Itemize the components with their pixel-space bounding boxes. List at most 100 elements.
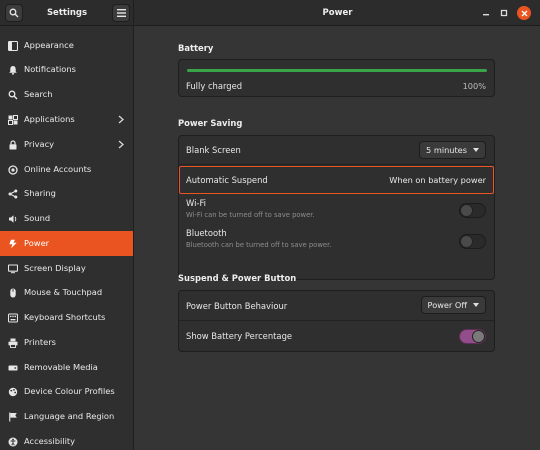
wifi-row: Wi-Fi Wi-Fi can be turned off to save po… [179,195,494,225]
sidebar-item-mouse-touchpad[interactable]: Mouse & Touchpad [0,280,133,305]
dropdown-arrow-icon [473,303,479,307]
sidebar-item-power[interactable]: Power [0,231,133,256]
automatic-suspend-label: Automatic Suspend [186,175,268,185]
close-icon [521,10,527,16]
battery-level-bar [187,69,487,72]
sidebar-item-sharing[interactable]: Sharing [0,181,133,206]
sidebar-item-label: Power [24,238,50,248]
power-button-label: Power Button Behaviour [186,301,288,311]
switch-knob [472,330,485,343]
switch-knob [460,235,473,248]
colour-profiles-icon [7,386,18,397]
bluetooth-label: Bluetooth [186,228,227,238]
sidebar-item-label: Notifications [24,64,76,74]
speaker-icon [7,213,18,224]
settings-title: Settings [46,8,88,18]
blank-screen-label: Blank Screen [186,145,241,155]
minimize-button[interactable] [477,4,495,22]
sidebar-item-appearance[interactable]: Appearance [0,33,133,58]
sidebar-item-privacy[interactable]: Privacy [0,132,133,157]
search-button[interactable] [5,4,23,22]
blank-screen-value: 5 minutes [426,145,467,155]
display-icon [7,263,18,274]
sidebar-item-label: Keyboard Shortcuts [24,312,106,322]
sidebar-item-label: Applications [24,114,75,124]
sidebar-item-notifications[interactable]: Notifications [0,57,133,82]
show-battery-row: Show Battery Percentage [179,322,494,352]
battery-section-title: Battery [178,43,214,53]
sidebar-item-label: Removable Media [24,362,98,372]
wifi-switch[interactable] [459,203,486,218]
sidebar-item-keyboard-shortcuts[interactable]: Keyboard Shortcuts [0,305,133,330]
sidebar-item-search[interactable]: Search [0,82,133,107]
bluetooth-row: Bluetooth Bluetooth can be turned off to… [179,225,494,255]
sidebar-item-label: Accessibility [24,436,76,446]
sidebar-item-applications[interactable]: Applications [0,107,133,132]
power-button-row: Power Button Behaviour Power Off [179,291,494,321]
removable-media-icon [7,362,18,373]
sidebar-item-online-accounts[interactable]: Online Accounts [0,157,133,182]
power-saving-frame: Blank Screen 5 minutes Automatic Suspend… [178,135,495,280]
search-icon [7,89,18,100]
sidebar-item-removable-media[interactable]: Removable Media [0,355,133,380]
battery-percent: 100% [462,81,486,91]
settings-window: Settings Power Appearance Notifications … [0,0,540,450]
bell-icon [7,64,18,75]
lock-icon [7,139,18,150]
blank-screen-dropdown[interactable]: 5 minutes [419,141,486,159]
sidebar-item-screen-display[interactable]: Screen Display [0,256,133,281]
sidebar-item-label: Sound [24,213,51,223]
wifi-description: Wi-Fi can be turned off to save power. [186,211,315,219]
share-icon [7,188,18,199]
menu-button[interactable] [112,4,130,22]
header-bar: Settings Power [0,0,540,26]
sidebar-item-language-region[interactable]: Language and Region [0,404,133,429]
sidebar: Appearance Notifications Search Applicat… [0,26,134,450]
bluetooth-switch[interactable] [459,234,486,249]
sidebar-item-label: Printers [24,337,56,347]
power-button-value: Power Off [427,300,467,310]
battery-frame: Fully charged 100% [178,59,495,97]
close-button[interactable] [517,6,531,20]
wifi-label: Wi-Fi [186,198,206,208]
chevron-right-icon [118,140,124,149]
sidebar-item-label: Screen Display [24,263,86,273]
mouse-icon [7,287,18,298]
blank-screen-row: Blank Screen 5 minutes [179,136,494,165]
minimize-icon [483,14,489,16]
maximize-button[interactable] [495,4,513,22]
sidebar-item-label: Language and Region [24,411,115,421]
show-battery-label: Show Battery Percentage [186,331,293,341]
chevron-right-icon [118,115,124,124]
search-icon [9,8,19,18]
sidebar-item-accessibility[interactable]: Accessibility [0,429,133,450]
online-accounts-icon [7,164,18,175]
bluetooth-description: Bluetooth can be turned off to save powe… [186,241,332,249]
appearance-icon [7,40,18,51]
grid-icon [7,114,18,125]
hamburger-menu-icon [116,9,126,17]
sidebar-item-label: Search [24,89,53,99]
automatic-suspend-row[interactable]: Automatic Suspend When on battery power [179,166,494,194]
suspend-power-frame: Power Button Behaviour Power Off Show Ba… [178,290,495,352]
flag-icon [7,411,18,422]
power-icon [7,238,18,249]
automatic-suspend-value: When on battery power [389,175,486,185]
dropdown-arrow-icon [473,148,479,152]
switch-knob [460,204,473,217]
sidebar-item-device-colour-profiles[interactable]: Device Colour Profiles [0,379,133,404]
sidebar-item-label: Sharing [24,188,56,198]
sidebar-item-label: Privacy [24,139,55,149]
show-battery-switch[interactable] [459,329,486,344]
sidebar-item-label: Device Colour Profiles [24,386,115,396]
sidebar-item-sound[interactable]: Sound [0,206,133,231]
sidebar-item-label: Appearance [24,40,74,50]
header-left: Settings [0,0,134,26]
maximize-icon [500,9,508,17]
sidebar-item-printers[interactable]: Printers [0,330,133,355]
power-button-dropdown[interactable]: Power Off [420,296,486,314]
keyboard-icon [7,312,18,323]
power-panel: Battery Fully charged 100% Power Saving … [135,26,540,450]
accessibility-icon [7,436,18,447]
power-saving-section-title: Power Saving [178,118,243,128]
